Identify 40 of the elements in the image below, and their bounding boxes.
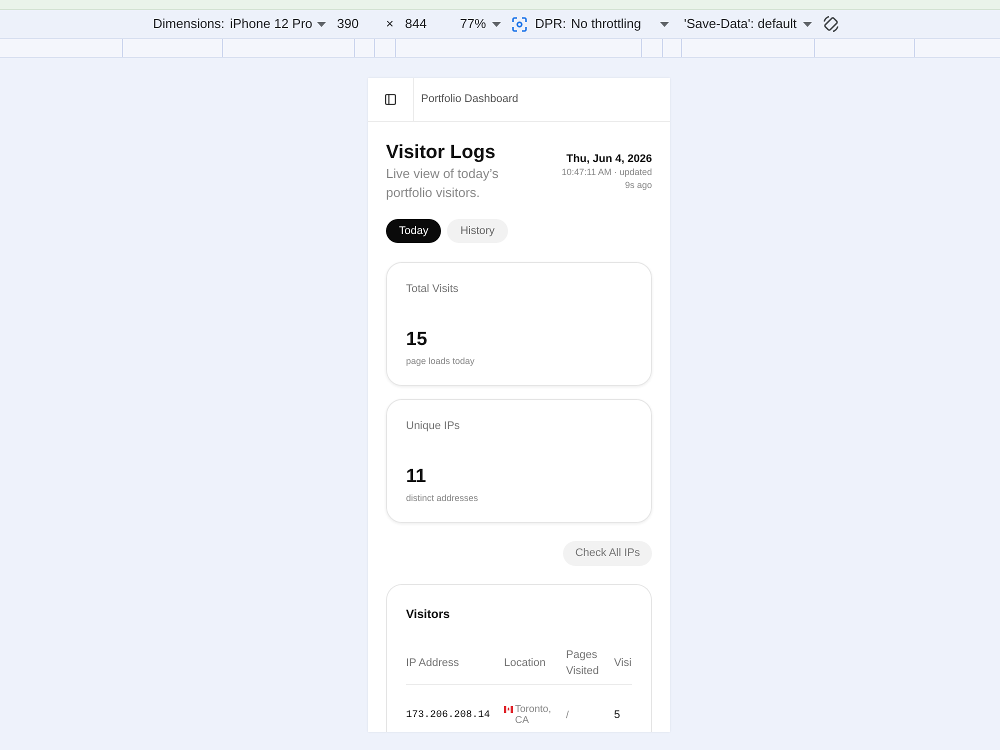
stat-caption: distinct addresses (406, 492, 478, 505)
page-title: Visitor Logs (386, 142, 496, 164)
save-data-dropdown[interactable]: 'Save-Data': default (684, 14, 812, 34)
tab[interactable]: History (447, 219, 508, 243)
dimensions-label: Dimensions: (153, 15, 226, 34)
column-header: IP Address (406, 656, 460, 671)
times-sign: × (386, 15, 395, 34)
caret-down-icon (317, 22, 326, 26)
height-input[interactable]: 844 (405, 14, 460, 34)
caret-down-icon (802, 22, 812, 26)
caret-down-icon (660, 22, 669, 26)
tab[interactable]: Today (386, 219, 442, 243)
viewfinder-icon[interactable] (512, 16, 527, 32)
flag-icon (504, 706, 513, 713)
width-input[interactable]: 390 (337, 14, 386, 34)
zoom-dropdown[interactable]: 77% (460, 14, 501, 34)
pages-cell-text: / (566, 708, 569, 722)
stat-value: 15 (406, 329, 428, 351)
dpr-label: DPR: (535, 15, 568, 34)
location-cell-text: Toronto, CA (515, 704, 552, 726)
column-header: Pages Visited (566, 648, 600, 678)
device-dropdown[interactable]: iPhone 12 Pro (230, 14, 326, 34)
sidebar-icon (384, 93, 397, 106)
page-subtitle: Live view of today’s portfolio visitors. (386, 165, 500, 202)
visitors-title: Visitors (406, 606, 450, 622)
stat-caption: page loads today (406, 355, 475, 368)
updated-time: 10:47:11 AM · updated 9s ago (560, 166, 652, 192)
caret-down-icon (492, 22, 501, 26)
app-title: Portfolio Dashboard (420, 92, 518, 108)
column-header: Visi (614, 656, 633, 671)
throttling-dropdown[interactable]: No throttling (571, 14, 669, 34)
column-header: Location (504, 656, 547, 671)
visits-cell-text: 5 (614, 708, 620, 723)
date-text: Thu, Jun 4, 2026 (566, 152, 652, 166)
stat-label: Unique IPs (406, 419, 460, 433)
stat-label: Total Visits (406, 282, 458, 296)
check-all-ips-button[interactable]: Check All IPs (563, 541, 652, 566)
rotate-icon[interactable] (822, 15, 840, 33)
stat-value: 11 (406, 466, 426, 488)
ip-cell-text: 173.206.208.14 (406, 708, 490, 722)
